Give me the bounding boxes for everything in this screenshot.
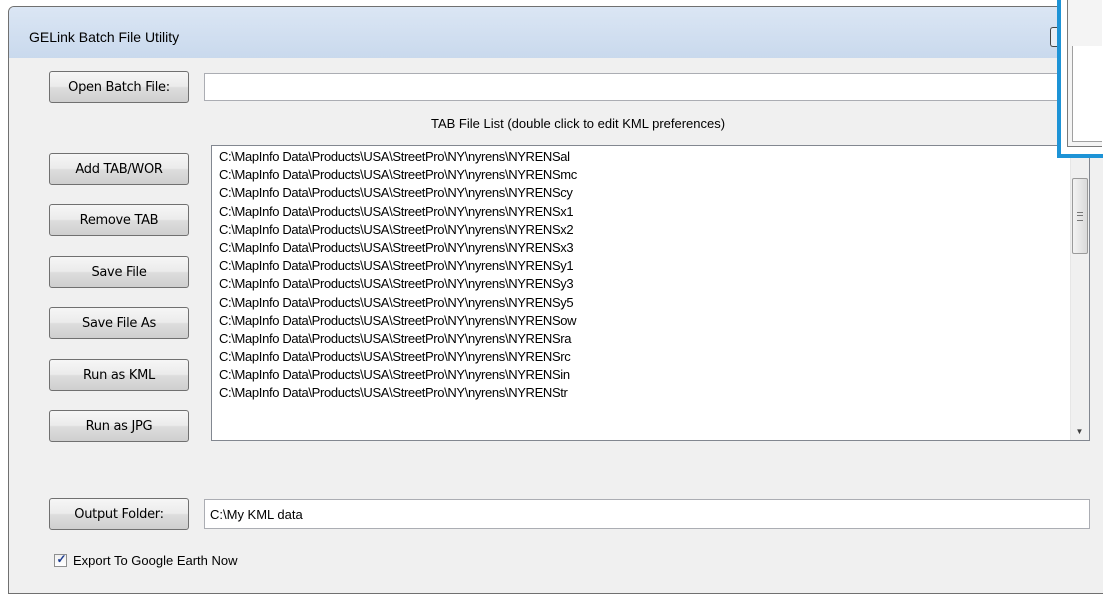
- list-item[interactable]: C:\MapInfo Data\Products\USA\StreetPro\N…: [212, 384, 1071, 402]
- list-item[interactable]: C:\MapInfo Data\Products\USA\StreetPro\N…: [212, 184, 1071, 202]
- overlapping-window-content: [1072, 46, 1102, 142]
- run-as-kml-button[interactable]: Run as KML: [49, 359, 189, 391]
- tab-file-list-items: C:\MapInfo Data\Products\USA\StreetPro\N…: [212, 146, 1071, 440]
- list-item[interactable]: C:\MapInfo Data\Products\USA\StreetPro\N…: [212, 366, 1071, 384]
- title-bar: GELink Batch File Utility: [9, 7, 1103, 58]
- list-item[interactable]: C:\MapInfo Data\Products\USA\StreetPro\N…: [212, 148, 1071, 166]
- export-google-earth-option[interactable]: ✓ Export To Google Earth Now: [54, 552, 238, 568]
- export-checkbox[interactable]: ✓: [54, 552, 67, 567]
- scrollbar-thumb[interactable]: [1072, 178, 1088, 254]
- save-file-as-button[interactable]: Save File As: [49, 307, 189, 339]
- grip-icon: [1077, 212, 1083, 221]
- save-file-button[interactable]: Save File: [49, 256, 189, 288]
- checkmark-icon: ✓: [56, 552, 67, 566]
- list-item[interactable]: C:\MapInfo Data\Products\USA\StreetPro\N…: [212, 330, 1071, 348]
- list-item[interactable]: C:\MapInfo Data\Products\USA\StreetPro\N…: [212, 348, 1071, 366]
- list-item[interactable]: C:\MapInfo Data\Products\USA\StreetPro\N…: [212, 239, 1071, 257]
- add-tab-wor-button[interactable]: Add TAB/WOR: [49, 153, 189, 185]
- batch-file-input[interactable]: [210, 74, 1088, 100]
- list-item[interactable]: C:\MapInfo Data\Products\USA\StreetPro\N…: [212, 221, 1071, 239]
- dialog-body: Open Batch File: TAB File List (double c…: [15, 58, 1103, 587]
- batch-file-field[interactable]: [204, 73, 1094, 101]
- open-batch-file-button[interactable]: Open Batch File:: [49, 71, 189, 103]
- export-checkbox-label: Export To Google Earth Now: [73, 553, 238, 568]
- output-folder-field[interactable]: [204, 499, 1090, 529]
- list-item[interactable]: C:\MapInfo Data\Products\USA\StreetPro\N…: [212, 257, 1071, 275]
- app-window: GELink Batch File Utility Open Batch Fil…: [8, 6, 1103, 594]
- list-item[interactable]: C:\MapInfo Data\Products\USA\StreetPro\N…: [212, 312, 1071, 330]
- remove-tab-button[interactable]: Remove TAB: [49, 204, 189, 236]
- tab-file-list[interactable]: C:\MapInfo Data\Products\USA\StreetPro\N…: [211, 145, 1090, 441]
- window-title: GELink Batch File Utility: [29, 29, 180, 45]
- list-item[interactable]: C:\MapInfo Data\Products\USA\StreetPro\N…: [212, 203, 1071, 221]
- chevron-down-icon[interactable]: ▼: [1071, 423, 1088, 440]
- output-folder-button[interactable]: Output Folder:: [49, 498, 189, 530]
- vertical-scrollbar[interactable]: ▲ ▼: [1070, 146, 1089, 440]
- run-as-jpg-button[interactable]: Run as JPG: [49, 410, 189, 442]
- list-item[interactable]: C:\MapInfo Data\Products\USA\StreetPro\N…: [212, 275, 1071, 293]
- tab-list-caption: TAB File List (double click to edit KML …: [431, 116, 726, 131]
- window-control-button[interactable]: [1050, 27, 1057, 47]
- list-item[interactable]: C:\MapInfo Data\Products\USA\StreetPro\N…: [212, 166, 1071, 184]
- list-item[interactable]: C:\MapInfo Data\Products\USA\StreetPro\N…: [212, 294, 1071, 312]
- output-folder-input[interactable]: [210, 500, 1084, 528]
- overlapping-window-fragment: [1057, 0, 1103, 158]
- overlapping-window-panel: [1067, 0, 1102, 147]
